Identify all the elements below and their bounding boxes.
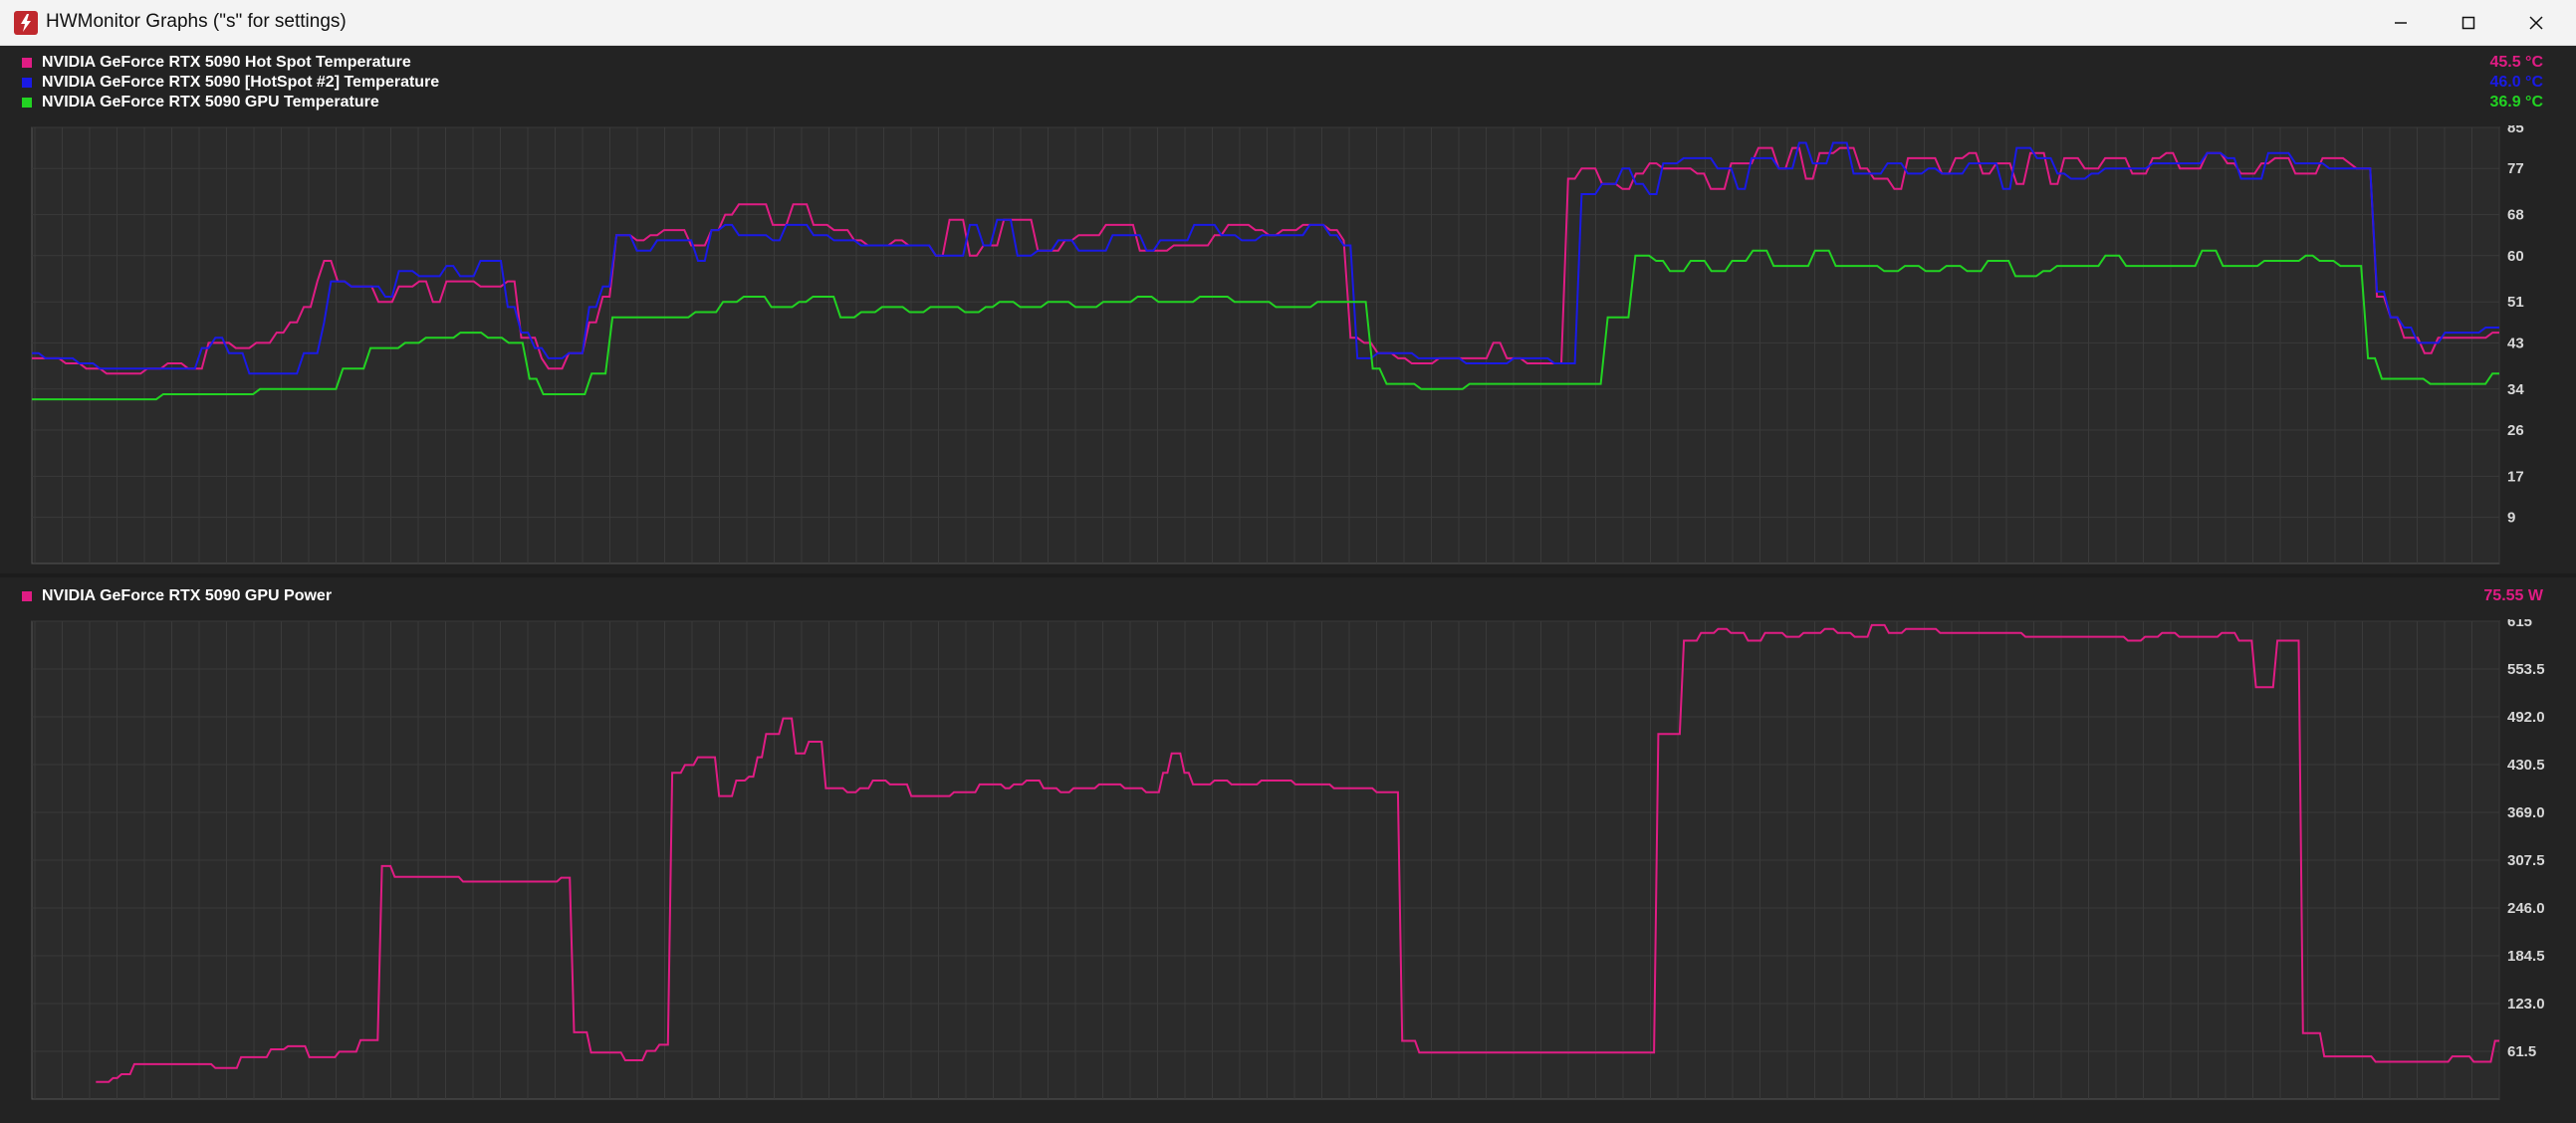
maximize-icon [2461,16,2475,29]
y-tick-label: 85 [2507,125,2524,136]
legend-label-hotspot: NVIDIA GeForce RTX 5090 Hot Spot Tempera… [42,54,411,71]
y-tick-label: 246.0 [2507,900,2545,917]
legend-value-hotspot: 45.5 °C [2489,54,2543,71]
legend-value-power: 75.55 W [2483,587,2543,604]
maximize-button[interactable] [2435,0,2502,45]
legend-row-hotspot[interactable]: NVIDIA GeForce RTX 5090 Hot Spot Tempera… [0,53,2576,73]
y-tick-label: 68 [2507,207,2524,224]
temperature-plot: 85 77 68 60 51 43 34 26 17 9 [31,125,2524,564]
y-tick-label: 123.0 [2507,996,2545,1012]
y-tick-label: 61.5 [2507,1043,2536,1060]
y-tick-label: 43 [2507,335,2524,351]
close-icon [2529,15,2543,30]
y-tick-label: 553.5 [2507,661,2545,678]
minimize-button[interactable] [2367,0,2435,45]
y-tick-label: 430.5 [2507,757,2545,774]
y-tick-label: 9 [2507,510,2515,527]
legend-label-power: NVIDIA GeForce RTX 5090 GPU Power [42,587,333,604]
y-tick-label: 77 [2507,160,2524,177]
y-tick-label: 26 [2507,422,2524,439]
power-panel: NVIDIA GeForce RTX 5090 GPU Power 75.55 … [0,577,2576,1123]
window-titlebar[interactable]: HWMonitor Graphs ("s" for settings) [0,0,2576,46]
y-tick-label: 34 [2507,381,2524,398]
legend-value-gpu-temp: 36.9 °C [2489,94,2543,111]
legend-label-gpu-temp: NVIDIA GeForce RTX 5090 GPU Temperature [42,94,379,111]
y-tick-label: 615 [2507,619,2532,630]
y-tick-label: 17 [2507,468,2524,485]
temperature-panel: NVIDIA GeForce RTX 5090 Hot Spot Tempera… [0,46,2576,573]
close-button[interactable] [2502,0,2570,45]
y-tick-label: 60 [2507,248,2524,265]
y-tick-label: 307.5 [2507,852,2545,869]
legend-swatch-hotspot2 [22,78,32,88]
y-tick-label: 492.0 [2507,709,2545,726]
y-tick-label: 51 [2507,294,2524,311]
legend-value-hotspot2: 46.0 °C [2489,74,2543,91]
hwmonitor-lightning-icon [14,11,38,35]
minimize-icon [2395,21,2407,24]
legend-swatch-gpu-temp [22,98,32,108]
y-tick-label: 369.0 [2507,804,2545,821]
legend-swatch-hotspot [22,58,32,68]
y-tick-label: 184.5 [2507,948,2545,965]
window-title: HWMonitor Graphs ("s" for settings) [46,11,347,32]
legend-row-hotspot2[interactable]: NVIDIA GeForce RTX 5090 [HotSpot #2] Tem… [0,73,2576,93]
power-plot: 615 553.5 492.0 430.5 369.0 307.5 246.0 184.5 12… [31,619,2545,1100]
legend-swatch-power [22,591,32,601]
legend-row-gpu-temp[interactable]: NVIDIA GeForce RTX 5090 GPU Temperature … [0,93,2576,112]
legend-label-hotspot2: NVIDIA GeForce RTX 5090 [HotSpot #2] Tem… [42,74,440,91]
legend-row-power[interactable]: NVIDIA GeForce RTX 5090 GPU Power 75.55 … [0,586,2576,606]
